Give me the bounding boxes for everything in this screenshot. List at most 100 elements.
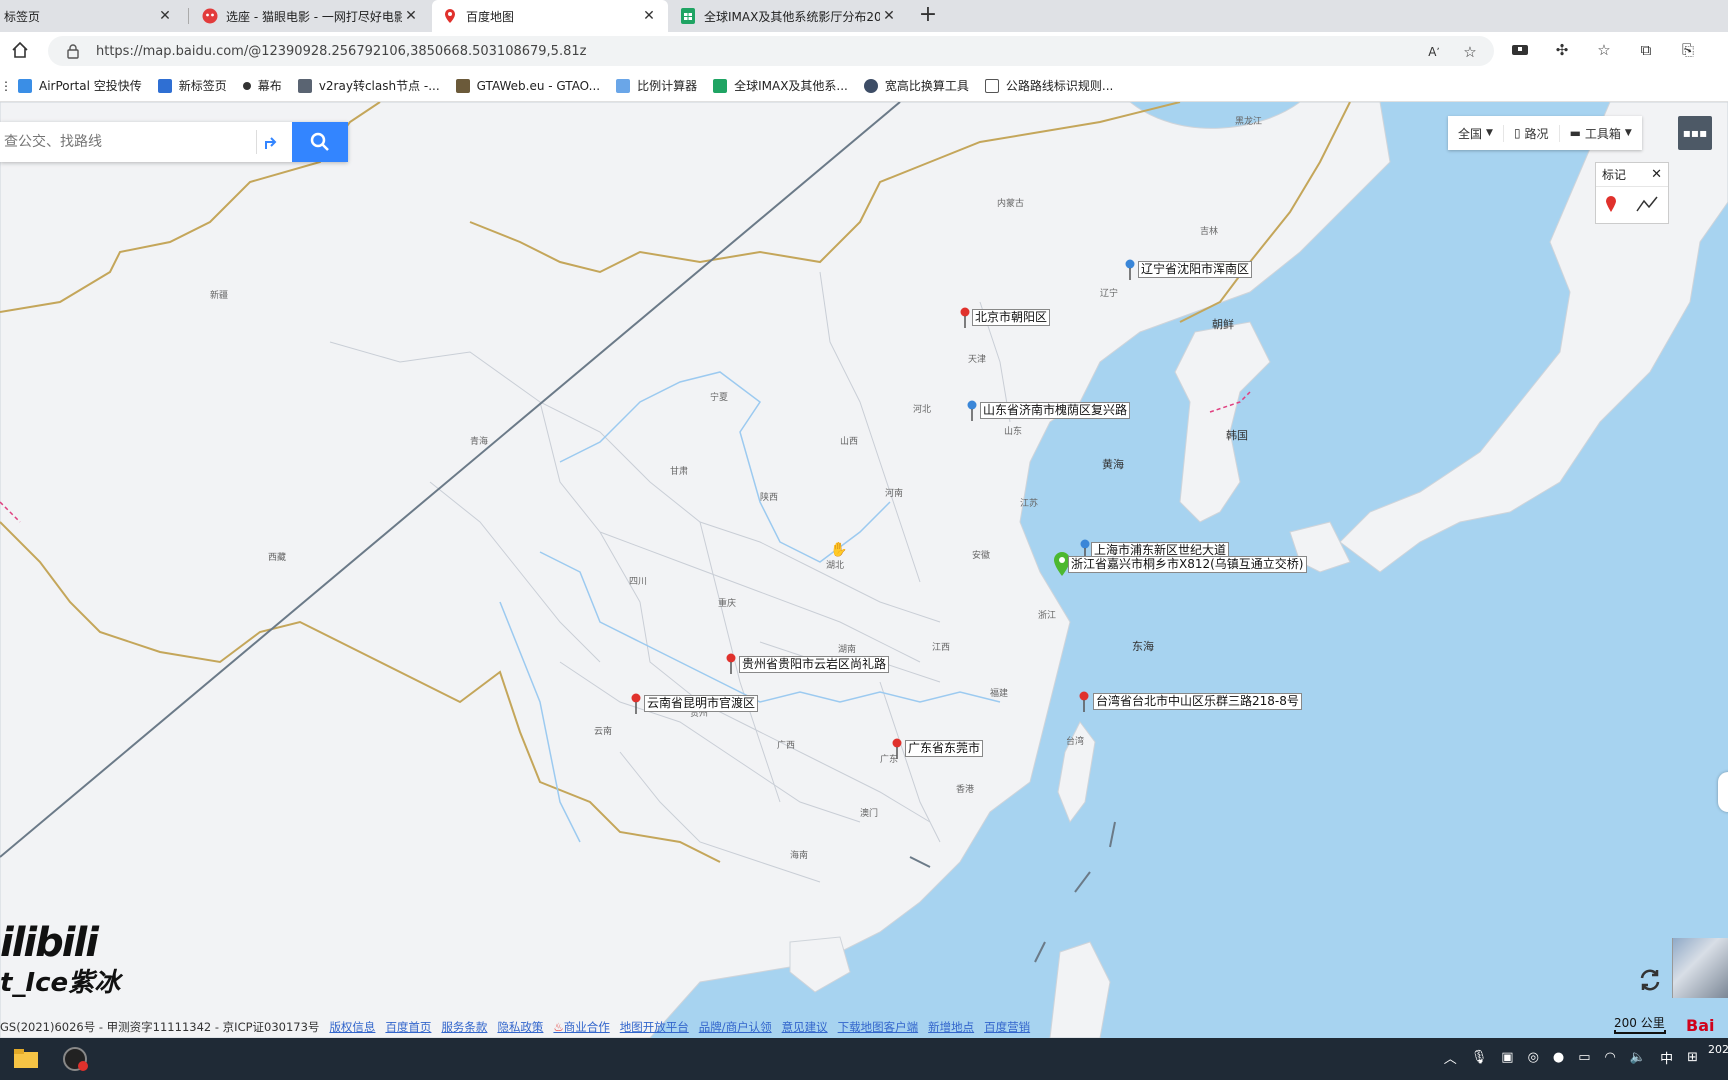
footer-link-baidu-home[interactable]: 百度首页 [385,1019,431,1035]
map-marker-pin-icon[interactable] [1079,691,1089,713]
screen-capture-icon[interactable]: ▣ [1501,1050,1513,1065]
map-marker-label[interactable]: 贵州省贵阳市云岩区尚礼路 [739,656,890,673]
close-icon[interactable]: ✕ [156,8,174,24]
map-marker-label[interactable]: 山东省济南市槐荫区复兴路 [980,402,1131,419]
footer-link-business[interactable]: ♨商业合作 [553,1019,609,1035]
map-marker-label[interactable]: 浙江省嘉兴市桐乡市X812(乌镇互通立交桥) [1068,556,1307,573]
close-icon[interactable]: ✕ [880,8,898,24]
street-view-thumbnail[interactable] [1672,938,1728,998]
bookmark-ratio-calculator[interactable]: 比例计算器 [616,77,697,94]
region-label: 河南 [885,489,904,499]
map-marker-label[interactable]: 北京市朝阳区 [972,309,1051,326]
footer-link-privacy[interactable]: 隐私政策 [497,1019,543,1035]
footer-link-merchant[interactable]: 品牌/商户认领 [699,1019,772,1035]
bookmark-imax[interactable]: 全球IMAX及其他系... [713,77,848,94]
extension-tile-icon[interactable] [1510,40,1530,60]
url-text[interactable]: https://map.baidu.com/@12390928.25679210… [96,44,586,59]
lock-icon[interactable] [66,43,80,62]
region-label: 黑龙江 [1235,117,1263,127]
v2ray-icon [297,78,312,93]
bookmark-v2ray[interactable]: v2ray转clash节点 -... [297,77,440,94]
map-marker-label[interactable]: 台湾省台北市中山区乐群三路218-8号 [1093,693,1302,710]
marker-pin-icon[interactable] [1606,195,1616,215]
recorder-app-icon[interactable] [62,1046,90,1072]
map-marker-pin-icon[interactable] [726,653,736,675]
region-label: 西藏 [268,553,287,563]
footer-link-open-platform[interactable]: 地图开放平台 [620,1019,689,1035]
region-label: 海南 [790,851,809,861]
url-bar[interactable]: https://map.baidu.com/@12390928.25679210… [48,36,1494,66]
tab-new-tab[interactable]: 标签页 ✕ [0,0,184,32]
ime-grid-icon[interactable]: ⊞ [1687,1050,1698,1065]
mark-panel-body [1596,187,1668,223]
tab-strip: 标签页 ✕ 选座 - 猫眼电影 - 一网打尽好电影 ✕ 百度地图 ✕ 全球IMA… [0,0,1728,32]
region-label: 广西 [777,741,796,751]
favorites-icon[interactable]: ☆ [1594,40,1614,60]
file-explorer-icon[interactable] [12,1046,40,1072]
map-marker-pin-icon[interactable] [1125,259,1135,281]
tab-maoyan[interactable]: 选座 - 猫眼电影 - 一网打尽好电影 ✕ [192,0,430,32]
bookmark-folder-edge[interactable]: ⋮ [0,79,12,93]
region-label: 山西 [840,437,859,447]
toolbox-button[interactable]: ▬ 工具箱 ▼ [1558,124,1642,142]
map-marker-pin-icon[interactable] [631,693,641,715]
bookmark-road-signs[interactable]: 公路路线标识规则... [984,77,1113,94]
footer-link-add-place[interactable]: 新增地点 [928,1019,974,1035]
footer-link-feedback[interactable]: 意见建议 [782,1019,828,1035]
footer-link-download[interactable]: 下载地图客户端 [838,1019,919,1035]
country-label: 黄海 [1102,458,1124,471]
footer-link-marketing[interactable]: 百度营销 [984,1019,1030,1035]
map-marker-label[interactable]: 云南省昆明市官渡区 [644,695,759,712]
region-selector[interactable]: 全国 ▼ [1448,125,1503,142]
bookmark-airportal[interactable]: AirPortal 空投快传 [18,77,142,94]
steam-icon[interactable]: ◎ [1528,1050,1539,1065]
map-marker-label[interactable]: 辽宁省沈阳市浑南区 [1138,261,1253,278]
map-canvas[interactable]: 黑龙江 内蒙古 吉林 辽宁 新疆 天津 河北 山西 宁夏 青海 甘肃 陕西 河南… [0,102,1728,1038]
hand-cursor-icon: ✋ [830,542,848,558]
map-marker-pin-icon[interactable] [967,400,977,422]
share-icon[interactable]: ⎘ [1678,40,1698,60]
read-aloud-icon[interactable]: Aʼ [1424,42,1444,62]
map-marker-pin-icon[interactable] [892,738,902,760]
tab-baidu-map[interactable]: 百度地图 ✕ [432,0,668,32]
search-input[interactable] [0,122,250,162]
map-marker-label[interactable]: 广东省东莞市 [905,740,984,757]
footer-link-terms[interactable]: 服务条款 [441,1019,487,1035]
collections-icon[interactable]: ⧉ [1636,40,1656,60]
chevron-up-icon[interactable]: ︿ [1444,1048,1457,1067]
route-button[interactable] [256,130,284,154]
search-button[interactable] [292,122,348,162]
bookmark-newtab[interactable]: 新标签页 [157,77,227,94]
bookmark-aspect-ratio[interactable]: 宽高比换算工具 [863,77,969,94]
country-label: 韩国 [1226,429,1248,442]
close-icon[interactable]: ✕ [640,8,658,24]
chat-icon: ▪▪▪ [1682,126,1708,140]
tab-imax[interactable]: 全球IMAX及其他系统影厅分布20 ✕ [670,0,908,32]
bookmark-mubu[interactable]: 幕布 [242,77,282,94]
region-label: 香港 [956,785,975,795]
wifi-icon[interactable]: ◠ [1605,1050,1616,1065]
new-tab-button[interactable]: + [914,2,942,30]
close-icon[interactable]: ✕ [402,8,420,24]
clock[interactable]: 2023 [1708,1042,1728,1058]
battery-icon[interactable]: ▭ [1578,1050,1590,1065]
favorite-add-icon[interactable]: ☆ [1460,42,1480,62]
close-icon[interactable]: ✕ [1651,167,1662,182]
polyline-icon[interactable] [1636,196,1658,215]
document-icon [984,78,999,93]
ime-indicator[interactable]: 中 [1660,1048,1673,1067]
refresh-icon[interactable] [1636,966,1664,994]
bookmark-gtaweb[interactable]: GTAWeb.eu - GTAO... [455,78,600,93]
message-button[interactable]: ▪▪▪ [1678,116,1712,150]
microphone-icon[interactable]: 🎙 [1471,1050,1488,1065]
region-label: 新疆 [210,291,229,301]
traffic-button[interactable]: ▯ 路况 [1502,124,1559,142]
footer-link-copyright[interactable]: 版权信息 [329,1019,375,1035]
puzzle-icon[interactable]: ✣ [1552,40,1572,60]
map-marker-pin-icon[interactable] [960,307,970,329]
side-control[interactable] [1718,772,1728,812]
bookmark-label: 幕布 [257,79,282,93]
home-icon[interactable] [8,38,32,62]
volume-icon[interactable]: 🔈 [1630,1050,1646,1065]
record-icon[interactable]: ● [1553,1050,1564,1065]
